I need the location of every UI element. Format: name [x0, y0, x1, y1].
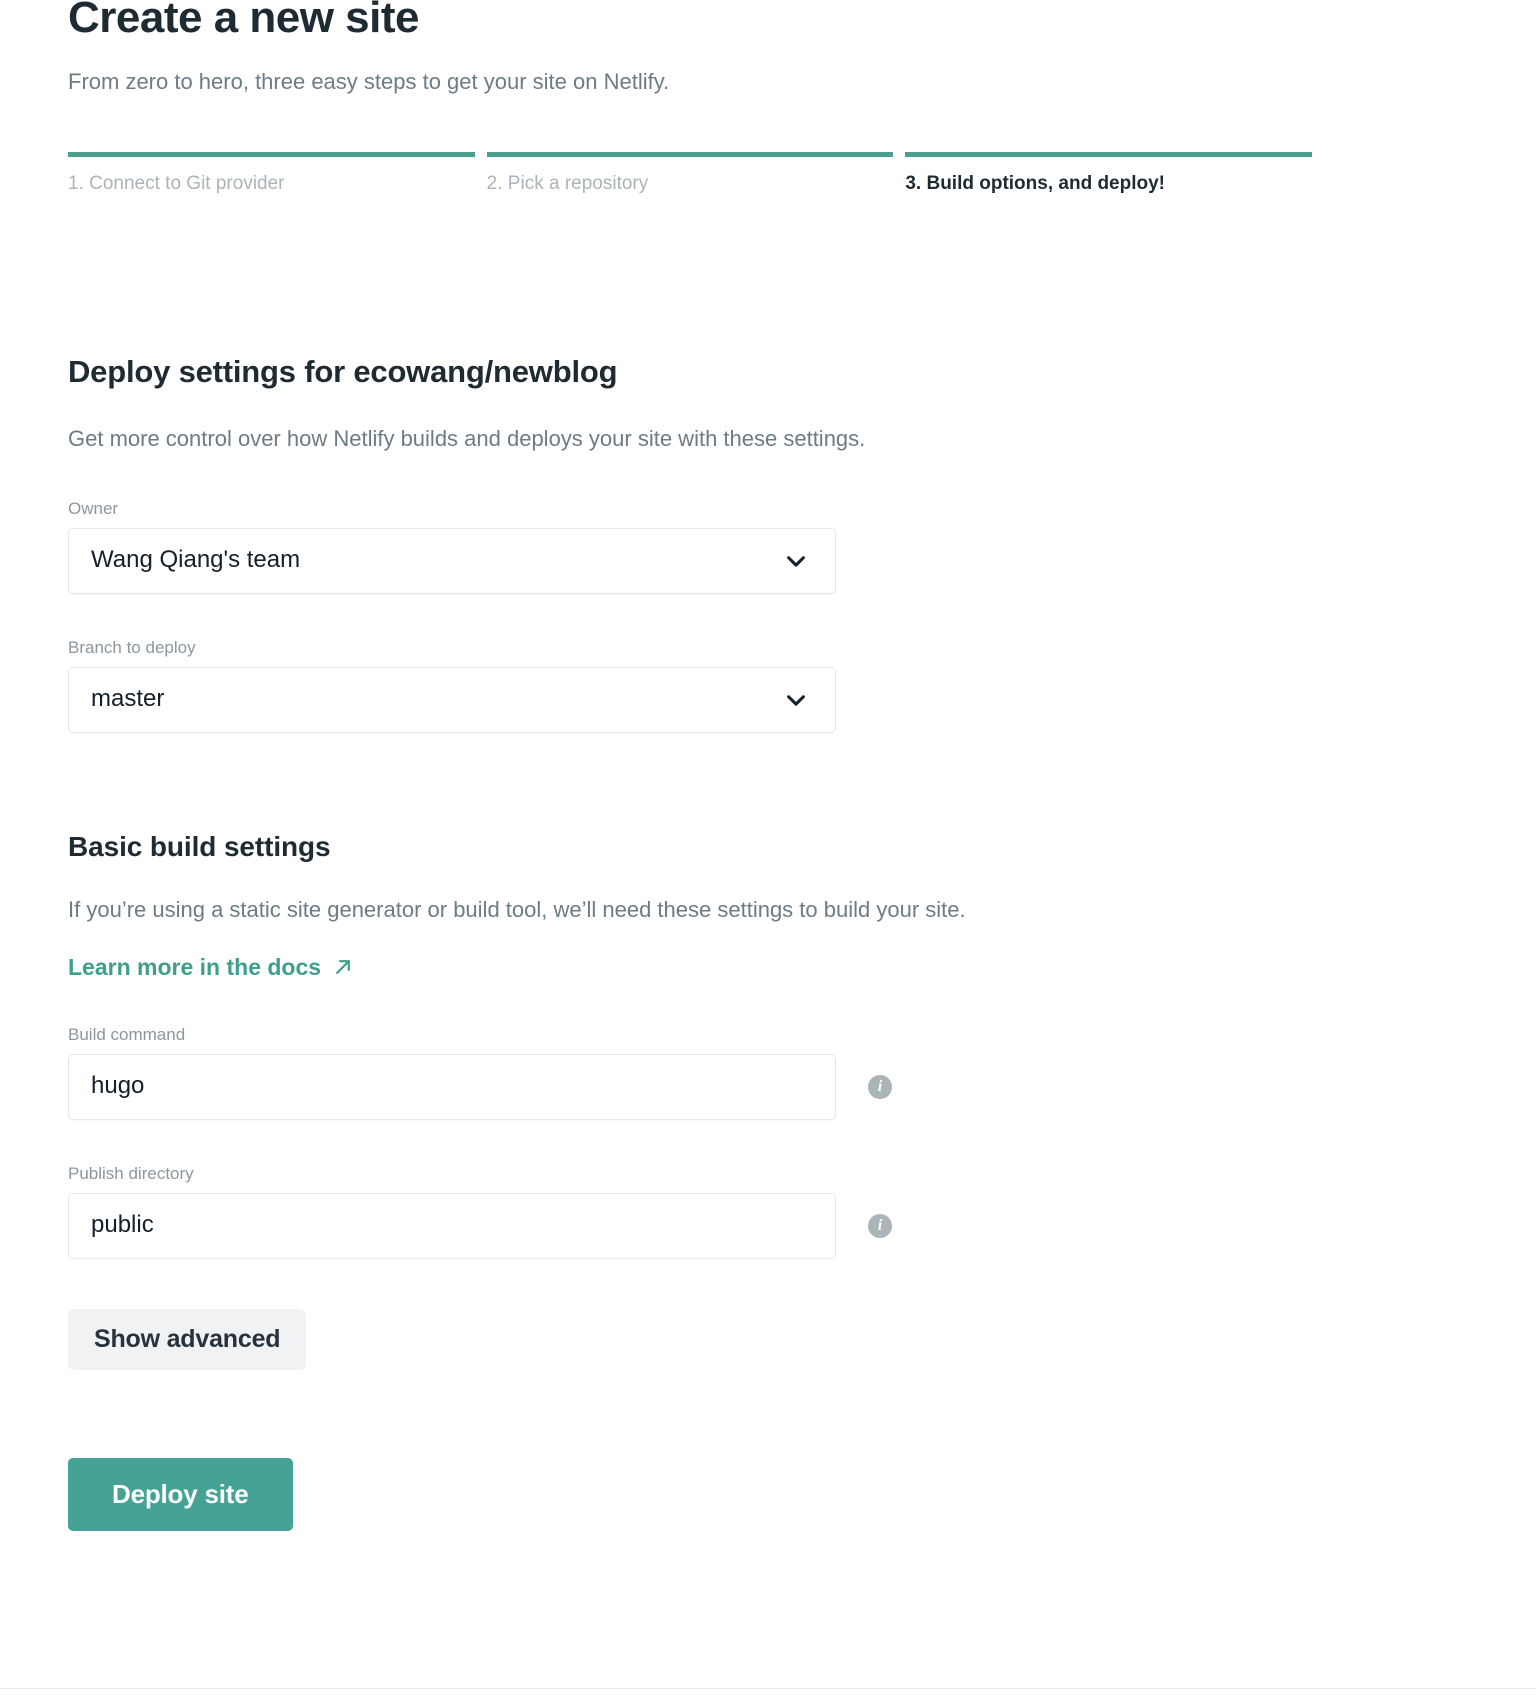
owner-field: Owner Wang Qiang's team: [68, 499, 1338, 595]
owner-label: Owner: [68, 499, 119, 519]
wizard-header: Create a new site From zero to hero, thr…: [68, 0, 1324, 98]
deploy-action-row: Deploy site: [68, 1370, 1338, 1531]
step-1-connect-git-provider[interactable]: 1. Connect to Git provider: [68, 152, 487, 195]
info-icon[interactable]: i: [868, 1074, 892, 1099]
create-site-page: Create a new site From zero to hero, thr…: [0, 0, 1536, 1700]
branch-select[interactable]: master: [68, 667, 836, 734]
step-progress-bar: [905, 152, 1313, 157]
page-subtitle: From zero to hero, three easy steps to g…: [68, 69, 670, 94]
publish-directory-field: Publish directory public i: [68, 1164, 1338, 1259]
publish-directory-label: Publish directory: [68, 1163, 194, 1183]
publish-directory-input[interactable]: public: [68, 1192, 836, 1259]
show-advanced-row: Show advanced: [68, 1259, 1338, 1370]
publish-directory-value: public: [91, 1210, 154, 1238]
chevron-down-icon: [785, 550, 813, 572]
deploy-settings-title: Deploy settings for ecowang/newblog: [68, 354, 618, 389]
owner-control-row: Wang Qiang's team: [68, 528, 1338, 595]
step-2-pick-repository[interactable]: 2. Pick a repository: [486, 152, 906, 195]
step-label: 1. Connect to Git provider: [68, 173, 285, 194]
page-title: Create a new site: [68, 0, 420, 42]
step-label: 3. Build options, and deploy!: [905, 173, 1166, 194]
external-link-arrow-icon: [333, 957, 353, 977]
owner-select[interactable]: Wang Qiang's team: [68, 528, 836, 595]
step-label: 2. Pick a repository: [486, 173, 649, 194]
branch-label: Branch to deploy: [68, 638, 196, 658]
learn-more-docs-label: Learn more in the docs: [68, 953, 322, 980]
basic-build-settings-description: If you’re using a static site generator …: [68, 897, 966, 923]
build-command-field: Build command hugo i: [68, 1025, 1338, 1120]
deploy-settings-section: Deploy settings for ecowang/newblog Get …: [68, 352, 1338, 1531]
step-progress-bar: [486, 152, 894, 157]
basic-build-settings-section: Basic build settings If you’re using a s…: [68, 831, 1338, 1531]
wizard-steps: 1. Connect to Git provider 2. Pick a rep…: [68, 152, 1324, 195]
branch-field: Branch to deploy master: [68, 638, 1338, 734]
build-command-label: Build command: [68, 1024, 186, 1044]
build-command-control-row: hugo i: [68, 1053, 1338, 1120]
learn-more-docs-link[interactable]: Learn more in the docs: [68, 954, 353, 981]
chevron-down-icon: [785, 689, 813, 711]
branch-selected-value: master: [91, 685, 165, 713]
owner-selected-value: Wang Qiang's team: [91, 546, 301, 574]
info-icon[interactable]: i: [868, 1213, 892, 1238]
branch-control-row: master: [68, 667, 1338, 734]
basic-build-settings-title: Basic build settings: [68, 831, 331, 863]
show-advanced-button[interactable]: Show advanced: [68, 1308, 307, 1370]
deploy-site-button[interactable]: Deploy site: [68, 1457, 293, 1531]
step-progress-bar: [68, 152, 475, 157]
step-3-build-options-deploy[interactable]: 3. Build options, and deploy!: [905, 152, 1324, 195]
build-command-value: hugo: [91, 1071, 145, 1099]
publish-directory-control-row: public i: [68, 1192, 1338, 1259]
deploy-settings-description: Get more control over how Netlify builds…: [68, 426, 866, 452]
build-command-input[interactable]: hugo: [68, 1053, 836, 1120]
bottom-divider: [0, 1688, 1536, 1689]
